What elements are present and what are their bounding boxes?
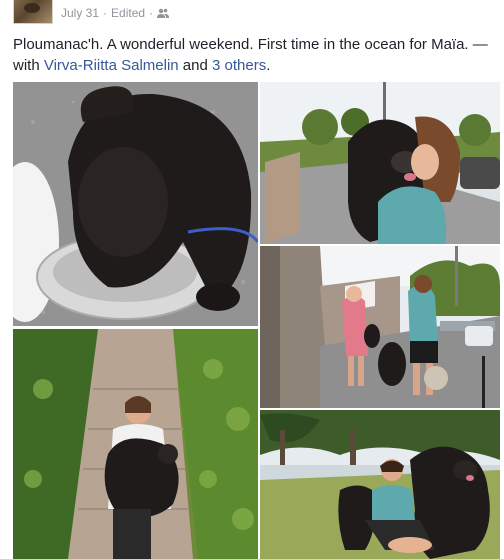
friends-icon[interactable] — [157, 7, 170, 21]
avatar[interactable] — [13, 0, 53, 24]
edited-label[interactable]: Edited — [111, 6, 145, 20]
photo-walking-dogs[interactable] — [260, 246, 500, 408]
caption-period: . — [266, 57, 271, 74]
post-header: July 31 · Edited · — [0, 0, 504, 30]
caption-and: and — [182, 57, 208, 74]
post-caption: Ploumanac'h. A wonderful weekend. First … — [13, 34, 493, 76]
post-date[interactable]: July 31 — [61, 6, 99, 20]
tagged-person-link[interactable]: Virva-Riitta Salmelin — [44, 57, 179, 74]
caption-text: Ploumanac'h. A wonderful weekend. First … — [13, 36, 469, 53]
separator-dot: · — [149, 6, 154, 20]
photo-woman-carrying-dog[interactable] — [260, 82, 500, 244]
post-meta: July 31 · Edited · — [61, 6, 170, 21]
separator-dot: · — [103, 6, 108, 20]
photo-woman-holding-puppy[interactable] — [13, 329, 258, 559]
photo-dogs-on-lawn[interactable] — [260, 410, 500, 559]
others-link[interactable]: 3 others — [212, 57, 266, 74]
photo-puppy-bowl[interactable] — [13, 82, 258, 326]
